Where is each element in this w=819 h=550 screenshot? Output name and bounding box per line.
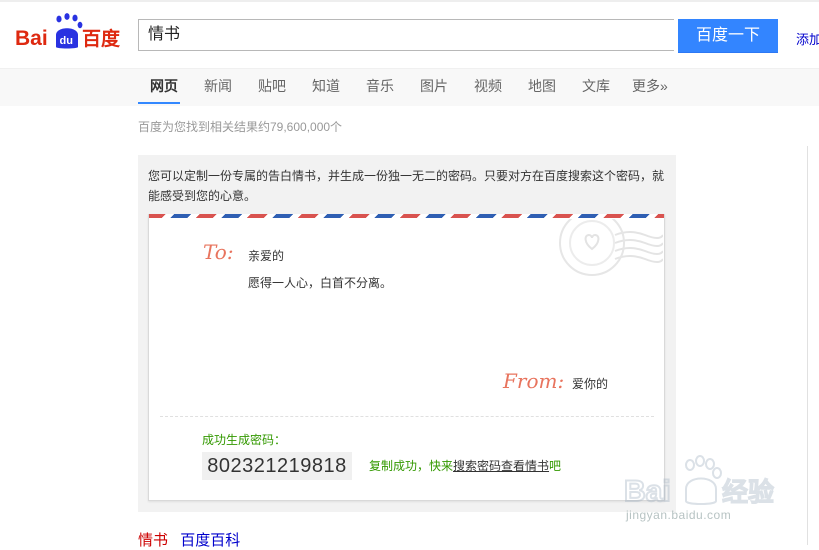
tab-more[interactable]: 更多»	[632, 76, 668, 96]
tab-music[interactable]: 音乐	[366, 76, 394, 96]
tab-tieba[interactable]: 贴吧	[258, 76, 286, 96]
tab-zhidao[interactable]: 知道	[312, 76, 340, 96]
search-button[interactable]: 百度一下	[678, 19, 778, 53]
sidebar-divider	[807, 146, 808, 545]
result-count: 百度为您找到相关结果约79,600,000个	[138, 120, 343, 134]
tab-webpage[interactable]: 网页	[150, 76, 178, 96]
baidu-jingyan-watermark-icon: Bai 经验	[623, 455, 775, 509]
tab-bar	[0, 68, 819, 106]
copy-success-message: 复制成功，快来搜索密码查看情书吧	[369, 457, 561, 474]
svg-text:百度: 百度	[82, 27, 121, 50]
active-tab-indicator	[138, 102, 180, 104]
airmail-border	[149, 214, 664, 218]
svg-text:Bai: Bai	[15, 27, 48, 50]
tab-news[interactable]: 新闻	[204, 76, 232, 96]
watermark-text: jingyan.baidu.com	[626, 508, 732, 522]
copy-prefix-text: 复制成功，快来	[369, 459, 454, 473]
baidu-logo[interactable]: Bai du 百度	[14, 13, 124, 53]
copy-suffix-text: 吧	[549, 459, 562, 473]
code-success-label: 成功生成密码：	[202, 433, 287, 447]
tab-video[interactable]: 视频	[474, 76, 502, 96]
recipient-text: 亲爱的	[248, 249, 285, 263]
postmark-stamp-icon	[559, 219, 663, 276]
svg-text:经验: 经验	[722, 478, 774, 508]
search-code-link[interactable]: 搜索密码查看情书	[453, 459, 549, 473]
dashed-divider	[160, 416, 654, 417]
generated-code: 802321219818	[202, 452, 352, 480]
svg-text:Bai: Bai	[624, 475, 671, 508]
from-label: From:	[503, 369, 565, 393]
related-link-baike[interactable]: 百度百科	[180, 532, 240, 549]
card-intro-text: 您可以定制一份专属的告白情书，并生成一份独一无二的密码。只要对方在百度搜索这个密…	[148, 169, 665, 203]
sender-text: 爱你的	[572, 377, 609, 391]
tab-wenku[interactable]: 文库	[582, 76, 610, 96]
tab-images[interactable]: 图片	[420, 76, 448, 96]
tab-map[interactable]: 地图	[528, 76, 556, 96]
letter-body-text: 愿得一人心，白首不分离。	[248, 276, 393, 290]
add-link[interactable]: 添加	[796, 29, 819, 48]
top-border	[0, 0, 819, 2]
svg-text:du: du	[60, 35, 73, 47]
related-link-qingshu[interactable]: 情书	[138, 532, 168, 549]
search-input[interactable]: 情书	[138, 19, 674, 51]
related-links: 情书 百度百科	[138, 529, 240, 550]
to-label: To:	[203, 240, 234, 264]
